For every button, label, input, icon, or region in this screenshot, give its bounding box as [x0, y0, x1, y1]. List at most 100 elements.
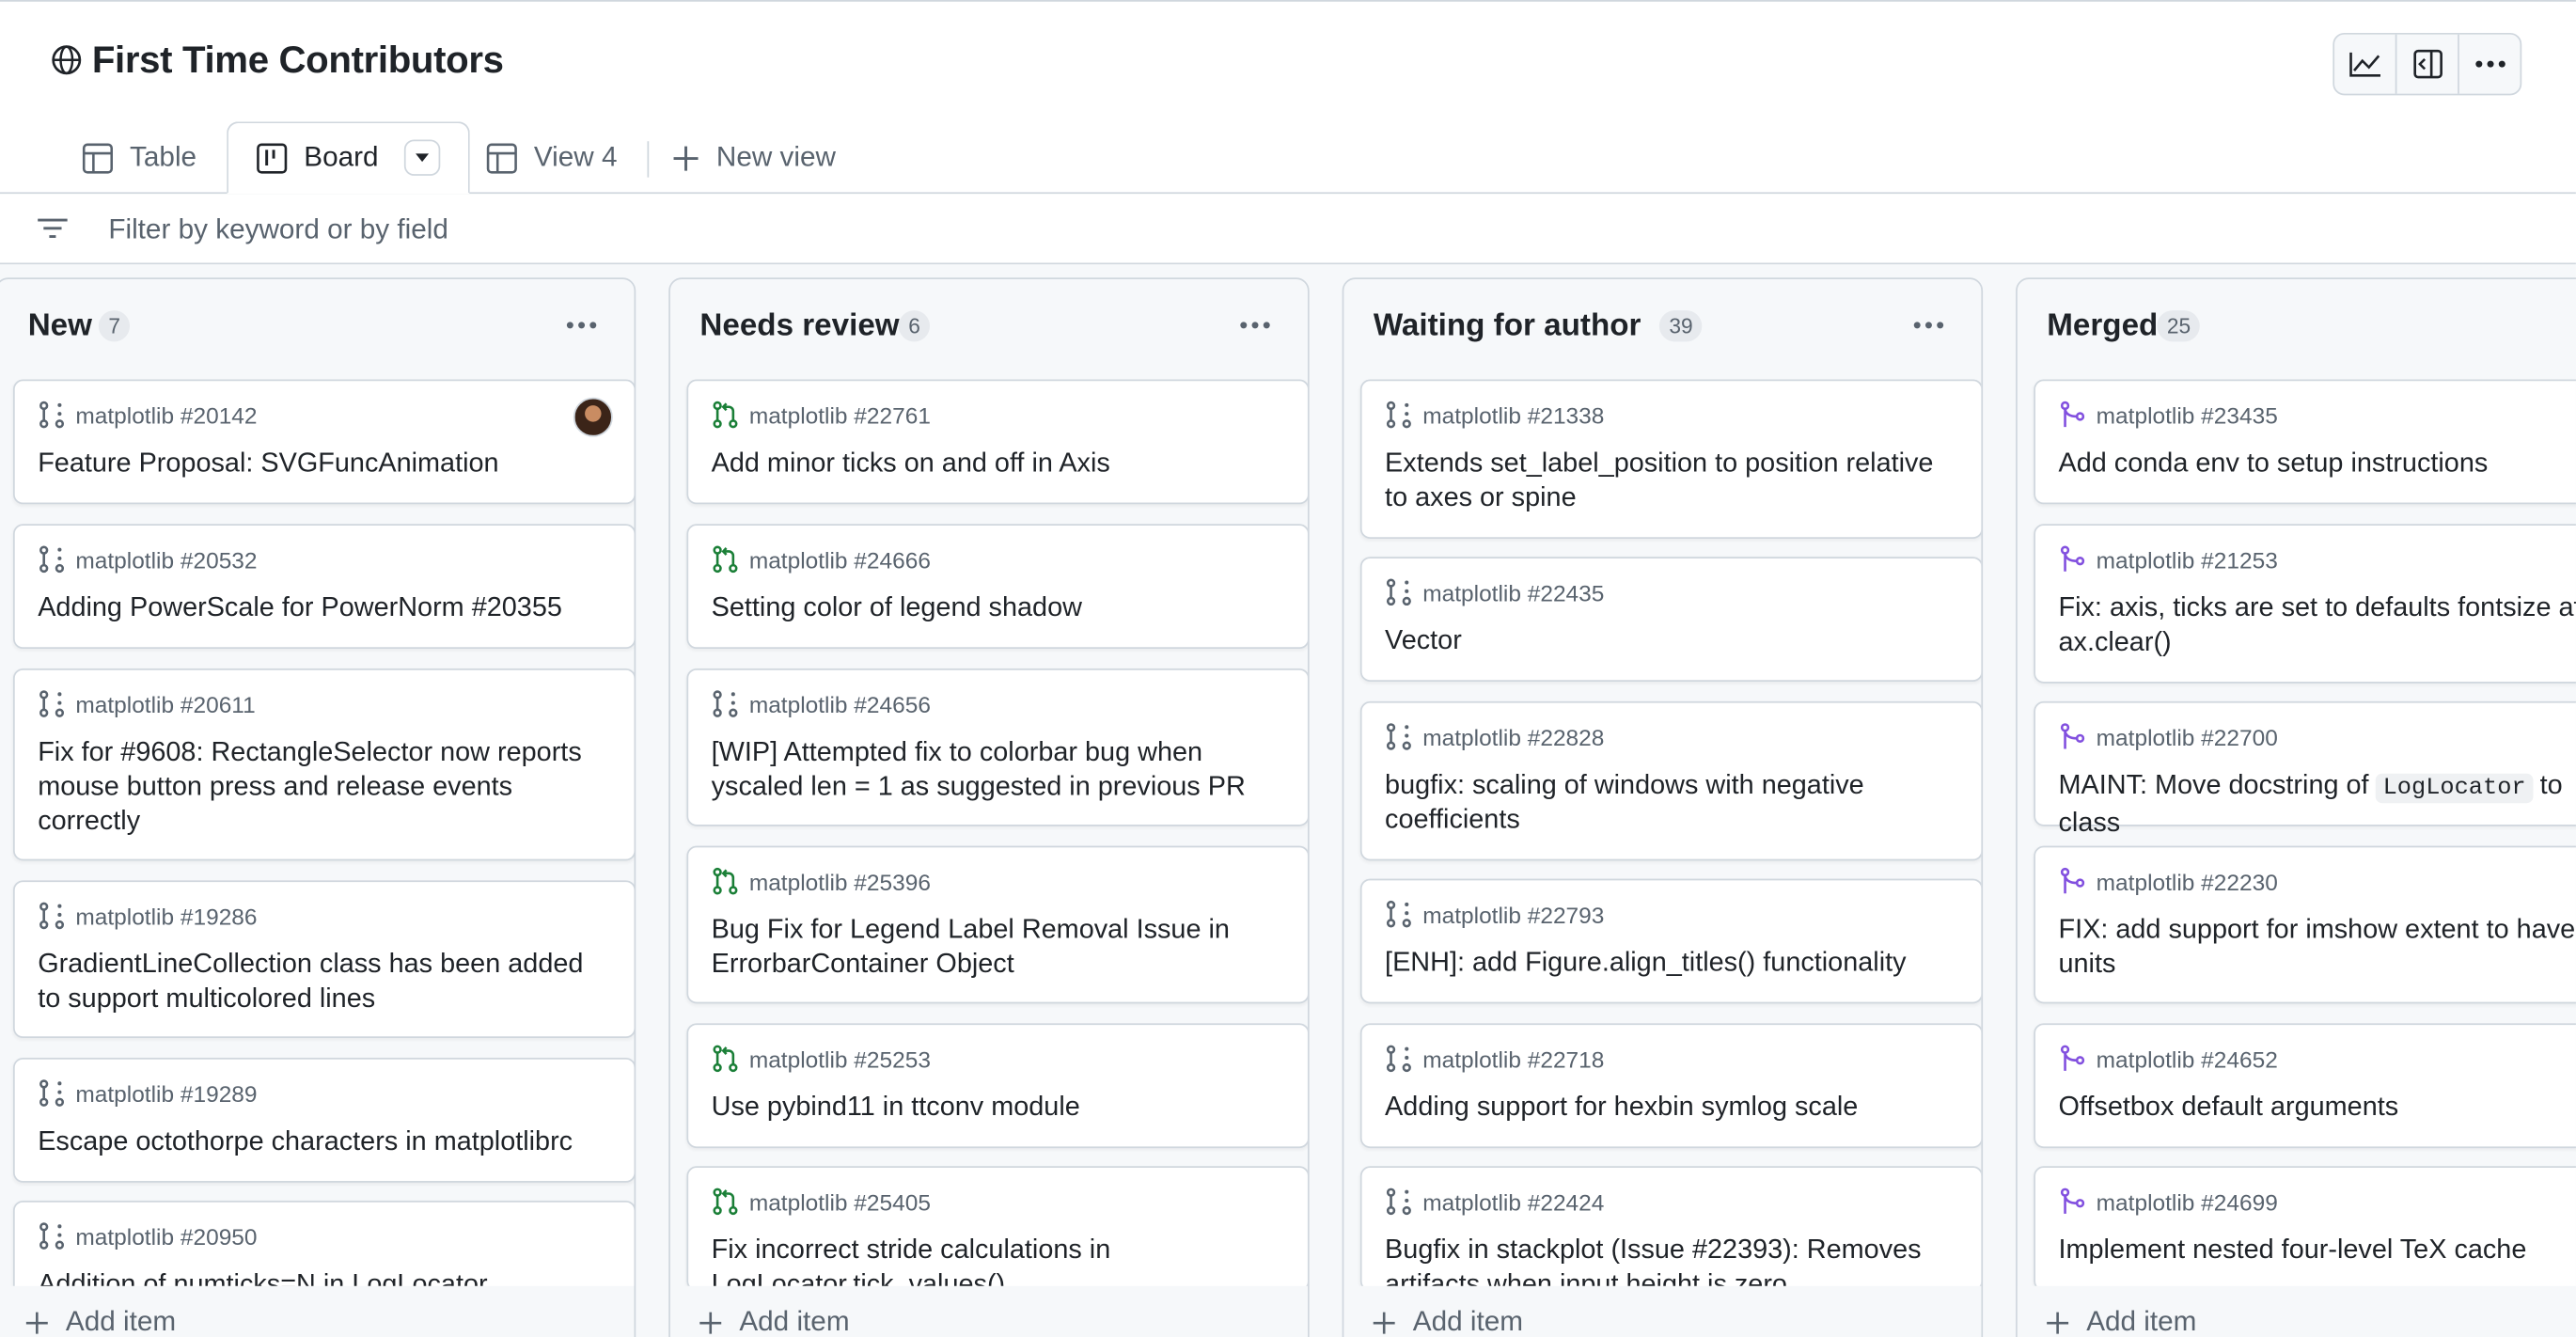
- kebab-icon: [1912, 321, 1945, 330]
- board-card[interactable]: matplotlib #25405 Fix incorrect stride c…: [686, 1166, 1308, 1286]
- board-card[interactable]: matplotlib #24652 Offsetbox default argu…: [2034, 1023, 2576, 1149]
- filter-input[interactable]: [108, 210, 1094, 250]
- merged-pull-request-icon: [2058, 545, 2086, 574]
- filter-icon[interactable]: [36, 215, 69, 242]
- side-panel-button[interactable]: [2396, 34, 2459, 94]
- board-card[interactable]: matplotlib #20611 Fix for #9608: Rectang…: [12, 668, 635, 861]
- board-card[interactable]: matplotlib #22700 MAINT: Move docstring …: [2034, 700, 2576, 838]
- merged-pull-request-icon: [2058, 1188, 2086, 1216]
- card-title[interactable]: GradientLineCollection class has been ad…: [38, 948, 611, 1016]
- merged-pull-request-icon: [2058, 867, 2086, 895]
- column-cards: matplotlib #22761 Add minor ticks on and…: [670, 379, 1308, 1286]
- column-title: Waiting for author: [1373, 308, 1641, 344]
- column-menu-button[interactable]: [1235, 312, 1275, 338]
- card-title[interactable]: Setting color of legend shadow: [712, 591, 1285, 626]
- card-title-text: MAINT: Move docstring of: [2058, 770, 2377, 800]
- board-card[interactable]: matplotlib #20950 Addition of numticks=N…: [12, 1200, 635, 1286]
- board-card[interactable]: matplotlib #25396 Bug Fix for Legend Lab…: [686, 845, 1308, 1004]
- caret-down-icon: [415, 152, 431, 163]
- add-item-button[interactable]: Add item: [2017, 1285, 2576, 1337]
- plus-icon: [672, 144, 700, 172]
- board-card[interactable]: matplotlib #20142 Feature Proposal: SVGF…: [12, 379, 635, 505]
- card-title[interactable]: Addition of numticks=N in LogLocator: [38, 1268, 611, 1285]
- card-meta: matplotlib #24666: [712, 545, 931, 574]
- card-title[interactable]: [WIP] Attempted fix to colorbar bug when…: [712, 736, 1285, 805]
- draft-pull-request-icon: [38, 401, 66, 429]
- card-title[interactable]: Extends set_label_position to position r…: [1385, 447, 1958, 515]
- add-item-button[interactable]: Add item: [0, 1285, 635, 1337]
- card-meta: matplotlib #24699: [2058, 1188, 2278, 1216]
- card-repo-number: matplotlib #22828: [1422, 723, 1605, 750]
- tab-view-4[interactable]: View 4: [486, 121, 618, 194]
- card-repo-number: matplotlib #22718: [1422, 1045, 1605, 1072]
- assignee-avatar[interactable]: [573, 397, 613, 437]
- kebab-icon: [1239, 321, 1272, 330]
- card-repo-number: matplotlib #22424: [1422, 1188, 1605, 1215]
- card-title[interactable]: Vector: [1385, 624, 1958, 659]
- card-title[interactable]: Add conda env to setup instructions: [2058, 447, 2575, 481]
- open-pull-request-icon: [712, 545, 740, 574]
- card-meta: matplotlib #25405: [712, 1188, 931, 1216]
- card-title[interactable]: Bug Fix for Legend Label Removal Issue i…: [712, 913, 1285, 982]
- card-title[interactable]: Feature Proposal: SVGFuncAnimation: [38, 447, 611, 481]
- card-title[interactable]: Adding support for hexbin symlog scale: [1385, 1091, 1958, 1125]
- board-card[interactable]: matplotlib #24656 [WIP] Attempted fix to…: [686, 668, 1308, 826]
- board-card[interactable]: matplotlib #22435 Vector: [1359, 557, 1982, 682]
- tab-table[interactable]: Table: [82, 121, 196, 194]
- card-title[interactable]: bugfix: scaling of windows with negative…: [1385, 769, 1958, 838]
- column-title: Needs review: [699, 308, 900, 344]
- insights-button[interactable]: [2334, 34, 2397, 94]
- kebab-icon: [2474, 59, 2506, 69]
- card-title[interactable]: [ENH]: add Figure.align_titles() functio…: [1385, 946, 1958, 981]
- board-column: New 7 matplotlib #20142 Feature Proposal…: [0, 277, 636, 1337]
- card-title[interactable]: Adding PowerScale for PowerNorm #20355: [38, 591, 611, 626]
- board-card[interactable]: matplotlib #22793 [ENH]: add Figure.alig…: [1359, 878, 1982, 1004]
- board-card[interactable]: matplotlib #22761 Add minor ticks on and…: [686, 379, 1308, 505]
- board-card[interactable]: matplotlib #19286 GradientLineCollection…: [12, 880, 635, 1039]
- board-card[interactable]: matplotlib #23435 Add conda env to setup…: [2034, 379, 2576, 505]
- board-card[interactable]: matplotlib #22828 bugfix: scaling of win…: [1359, 700, 1982, 861]
- card-title[interactable]: Use pybind11 in ttconv module: [712, 1091, 1285, 1125]
- draft-pull-request-icon: [38, 690, 66, 718]
- card-title[interactable]: Add minor ticks on and off in Axis: [712, 447, 1285, 481]
- add-item-button[interactable]: Add item: [1343, 1285, 1982, 1337]
- board-card[interactable]: matplotlib #22230 FIX: add support for i…: [2034, 845, 2576, 1004]
- column-title: New: [27, 308, 92, 344]
- board-card[interactable]: matplotlib #24666 Setting color of legen…: [686, 524, 1308, 650]
- card-title[interactable]: Fix: axis, ticks are set to defaults fon…: [2058, 591, 2575, 660]
- board-card[interactable]: matplotlib #21338 Extends set_label_posi…: [1359, 379, 1982, 539]
- draft-pull-request-icon: [1385, 900, 1413, 928]
- column-menu-button[interactable]: [562, 312, 602, 338]
- card-meta: matplotlib #22828: [1385, 723, 1604, 751]
- card-title[interactable]: Implement nested four-level TeX cache: [2058, 1234, 2575, 1268]
- card-title[interactable]: Fix for #9608: RectangleSelector now rep…: [38, 736, 611, 840]
- board-card[interactable]: matplotlib #20532 Adding PowerScale for …: [12, 524, 635, 650]
- column-menu-button[interactable]: [1908, 312, 1948, 338]
- card-title[interactable]: Fix incorrect stride calculations in Log…: [712, 1234, 1285, 1286]
- board-card[interactable]: matplotlib #19289 Escape octothorpe char…: [12, 1058, 635, 1183]
- card-title[interactable]: Offsetbox default arguments: [2058, 1091, 2575, 1125]
- table-icon: [486, 142, 517, 173]
- new-view-button[interactable]: New view: [672, 121, 836, 194]
- project-title-wrap: First Time Contributors: [51, 38, 504, 82]
- card-repo-number: matplotlib #19286: [75, 902, 258, 929]
- board-icon: [257, 142, 288, 173]
- more-options-button[interactable]: [2459, 35, 2521, 94]
- card-repo-number: matplotlib #22700: [2096, 723, 2278, 750]
- board-card[interactable]: matplotlib #22424 Bugfix in stackplot (I…: [1359, 1166, 1982, 1286]
- card-title[interactable]: FIX: add support for imshow extent to ha…: [2058, 913, 2575, 982]
- project-page: First Time Contributors Table Board View…: [0, 0, 2576, 1337]
- add-item-button[interactable]: Add item: [669, 1285, 1308, 1337]
- board-card[interactable]: matplotlib #21253 Fix: axis, ticks are s…: [2034, 524, 2576, 684]
- open-pull-request-icon: [712, 401, 740, 429]
- card-repo-number: matplotlib #24699: [2096, 1188, 2278, 1215]
- tab-board[interactable]: Board: [227, 121, 471, 195]
- view-options-button[interactable]: [404, 139, 441, 176]
- board-card[interactable]: matplotlib #22718 Adding support for hex…: [1359, 1023, 1982, 1149]
- board-card[interactable]: matplotlib #24699 Implement nested four-…: [2034, 1166, 2576, 1286]
- card-title[interactable]: Bugfix in stackplot (Issue #22393): Remo…: [1385, 1234, 1958, 1286]
- column-item-count: 25: [2157, 310, 2201, 342]
- card-title[interactable]: MAINT: Move docstring of LogLocator to c…: [2058, 769, 2575, 842]
- card-title[interactable]: Escape octothorpe characters in matplotl…: [38, 1125, 611, 1160]
- board-card[interactable]: matplotlib #25253 Use pybind11 in ttconv…: [686, 1023, 1308, 1149]
